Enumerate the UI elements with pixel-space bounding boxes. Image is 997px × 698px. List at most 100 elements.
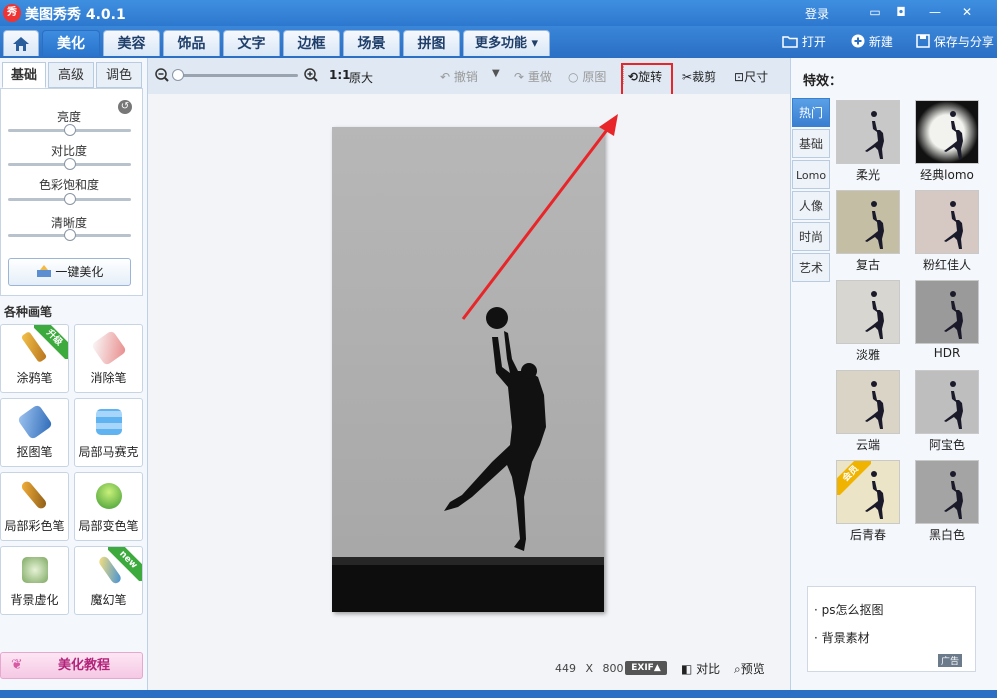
login-link[interactable]: 登录 (805, 5, 829, 22)
new-button[interactable]: 新建 (851, 33, 893, 50)
background-blur-button[interactable]: 背景虚化 (0, 546, 69, 615)
redo-icon: ↷ (514, 70, 525, 84)
mosaic-icon (96, 409, 122, 435)
undo-dropdown-icon[interactable]: ▼ (492, 68, 500, 79)
sharpness-knob[interactable] (64, 229, 76, 241)
effect-thumb-soft-light[interactable] (836, 100, 900, 164)
contrast-slider[interactable] (8, 158, 131, 170)
save-share-label: 保存与分享 (933, 35, 994, 49)
scissors-icon: ✂ (682, 70, 693, 84)
hands-icon: ❦ (11, 657, 23, 673)
effect-thumb-black-white[interactable] (915, 460, 979, 524)
title-bar: 秀 美图秀秀 4.0.1 登录 ▭ ◘ — ✕ (0, 0, 997, 26)
effect-tab-basic[interactable]: 基础 (792, 129, 830, 158)
original-image-button[interactable]: ○ 原图 (568, 68, 606, 85)
effect-thumb-post-youth[interactable]: 会员 (836, 460, 900, 524)
undo-button[interactable]: ↶ 撤销 (440, 68, 478, 85)
upgrade-badge: 升级 (34, 325, 68, 359)
home-icon (13, 37, 29, 51)
tab-collage[interactable]: 拼图 (403, 30, 460, 56)
effect-label-classic-lomo: 经典lomo (920, 168, 974, 182)
new-label: 新建 (868, 35, 893, 49)
sharpness-slider[interactable] (8, 229, 131, 241)
effect-label-retro: 复古 (855, 258, 880, 272)
redo-button[interactable]: ↷ 重做 (514, 68, 552, 85)
open-button[interactable]: 打开 (782, 33, 826, 50)
ad-link-1[interactable]: · ps怎么抠图 (814, 601, 884, 618)
zoom-in-icon[interactable] (304, 68, 318, 82)
effect-thumb-classic-lomo[interactable] (915, 100, 979, 164)
color-brush-button[interactable]: 局部彩色笔 (0, 472, 69, 541)
effect-thumb-retro[interactable] (836, 190, 900, 254)
preview-icon: ⌕ (734, 662, 741, 676)
tab-beautify[interactable]: 美化 (42, 30, 100, 56)
saturation-knob[interactable] (64, 193, 76, 205)
recolor-brush-button[interactable]: 局部变色笔 (74, 472, 143, 541)
ad-box: · ps怎么抠图 · 背景素材 广告 (807, 586, 976, 672)
one-key-beautify-button[interactable]: 一键美化 (8, 258, 131, 286)
effect-tab-portrait[interactable]: 人像 (792, 191, 830, 220)
effect-tab-lomo[interactable]: Lomo (792, 160, 830, 189)
zoom-slider[interactable] (172, 69, 298, 81)
redo-label: 重做 (527, 70, 552, 84)
tab-scene[interactable]: 场景 (343, 30, 400, 56)
subtab-color[interactable]: 调色 (96, 62, 142, 88)
tab-text[interactable]: 文字 (223, 30, 280, 56)
effect-thumb-cloud[interactable] (836, 370, 900, 434)
effect-label-cloud: 云端 (855, 438, 880, 452)
save-share-button[interactable]: 保存与分享 (916, 33, 994, 50)
brightness-slider[interactable] (8, 124, 131, 136)
close-button[interactable]: ✕ (957, 3, 977, 21)
menu-icon[interactable]: ◘ (891, 3, 911, 21)
effect-tab-popular[interactable]: 热门 (792, 98, 830, 127)
effect-label-post-youth: 后青春 (849, 528, 886, 542)
home-tab[interactable] (3, 30, 39, 56)
beautify-tutorial-button[interactable]: ❦ 美化教程 (0, 652, 143, 679)
subtab-basic[interactable]: 基础 (2, 62, 46, 88)
tab-accessories[interactable]: 饰品 (163, 30, 220, 56)
effect-thumb-pink-lady[interactable] (915, 190, 979, 254)
doodle-brush-button[interactable]: 升级 涂鸦笔 (0, 324, 69, 393)
eraser-brush-button[interactable]: 消除笔 (74, 324, 143, 393)
tab-frame[interactable]: 边框 (283, 30, 340, 56)
brightness-knob[interactable] (64, 124, 76, 136)
tab-beauty[interactable]: 美容 (103, 30, 160, 56)
rotate-highlight-box (621, 63, 673, 96)
cutout-brush-button[interactable]: 抠图笔 (0, 398, 69, 467)
blur-icon (22, 557, 48, 583)
contrast-knob[interactable] (64, 158, 76, 170)
one-to-one-button[interactable]: 1:1 (329, 68, 351, 82)
message-icon[interactable]: ▭ (865, 3, 885, 21)
mosaic-brush-button[interactable]: 局部马赛克 (74, 398, 143, 467)
open-label: 打开 (801, 35, 826, 49)
exif-button[interactable]: EXIF▲ (625, 661, 667, 675)
tutorial-label: 美化教程 (58, 658, 111, 673)
crop-button[interactable]: ✂裁剪 (682, 68, 716, 85)
ad-link-2[interactable]: · 背景素材 (814, 629, 870, 646)
crop-label: 裁剪 (692, 70, 717, 84)
resize-button[interactable]: ⊡尺寸 (734, 68, 768, 85)
minimize-button[interactable]: — (925, 3, 945, 21)
preview-button[interactable]: ⌕预览 (734, 660, 765, 677)
app-logo-icon: 秀 (3, 4, 21, 22)
app-title: 美图秀秀 4.0.1 (25, 7, 126, 23)
saturation-slider[interactable] (8, 193, 131, 205)
compare-button[interactable]: ◧ 对比 (681, 660, 720, 677)
effect-thumb-abao-color[interactable] (915, 370, 979, 434)
zoom-knob[interactable] (172, 69, 184, 81)
member-badge: 会员 (837, 461, 871, 495)
effect-tab-fashion[interactable]: 时尚 (792, 222, 830, 251)
image-dimensions: 449 X 800 (555, 662, 624, 675)
magic-brush-label: 魔幻笔 (90, 593, 127, 607)
effect-tab-art[interactable]: 艺术 (792, 253, 830, 282)
effect-thumb-hdr[interactable] (915, 280, 979, 344)
effect-thumb-elegant[interactable] (836, 280, 900, 344)
original-size-button[interactable]: 原大 (349, 69, 373, 86)
zoom-out-icon[interactable] (155, 68, 169, 82)
doodle-brush-label: 涂鸦笔 (16, 371, 53, 385)
magic-brush-button[interactable]: new 魔幻笔 (74, 546, 143, 615)
eraser-brush-label: 消除笔 (90, 371, 127, 385)
brush-section-title: 各种画笔 (4, 305, 53, 319)
tab-more-features[interactable]: 更多功能 ▾ (463, 30, 550, 56)
subtab-advanced[interactable]: 高级 (48, 62, 94, 88)
